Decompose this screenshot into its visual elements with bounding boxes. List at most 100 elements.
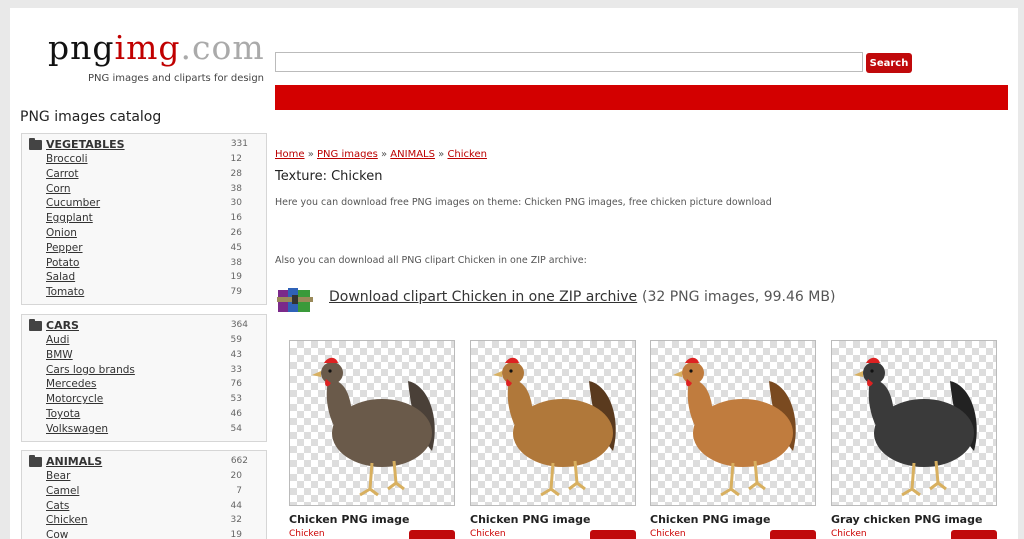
category-item-link[interactable]: Broccoli [46, 153, 88, 165]
category-item-link[interactable]: Corn [46, 183, 71, 195]
category-item-link[interactable]: Audi [46, 334, 69, 346]
category-item-link[interactable]: Cars logo brands [46, 364, 135, 376]
catalog-title: PNG images catalog [20, 109, 162, 125]
list-item: Cats 44 [28, 500, 260, 515]
list-item: Pepper 45 [28, 242, 260, 257]
image-card[interactable]: Chicken PNG image Chicken [470, 340, 636, 539]
category-item-link[interactable]: Eggplant [46, 212, 93, 224]
list-item: Cow 19 [28, 529, 260, 539]
list-item: Cars logo brands 33 [28, 364, 260, 379]
item-count: 44 [230, 500, 242, 511]
item-count: 43 [230, 349, 242, 360]
zip-archive-icon[interactable] [276, 284, 316, 314]
chicken-image [312, 357, 435, 497]
category-link-vegetables[interactable]: VEGETABLES [46, 138, 125, 151]
folder-icon [29, 455, 42, 467]
image-thumbnail[interactable] [650, 340, 816, 506]
list-item: Broccoli 12 [28, 153, 260, 168]
list-item: Salad 19 [28, 271, 260, 286]
breadcrumb-link-chicken[interactable]: Chicken [447, 149, 487, 160]
item-count: 38 [230, 257, 242, 268]
item-count: 26 [230, 227, 242, 238]
image-title[interactable]: Gray chicken PNG image [831, 513, 997, 526]
image-thumbnail[interactable] [831, 340, 997, 506]
category-item-link[interactable]: Motorcycle [46, 393, 103, 405]
download-button[interactable] [770, 530, 816, 539]
list-item: Eggplant 16 [28, 212, 260, 227]
item-count: 30 [230, 198, 242, 209]
category-item-link[interactable]: Toyota [46, 408, 80, 420]
category-item-link[interactable]: Cow [46, 529, 68, 539]
item-count: 79 [230, 287, 242, 298]
category-item-link[interactable]: Pepper [46, 242, 83, 254]
category-header: CARS 364 [28, 318, 260, 334]
item-count: 76 [230, 379, 242, 390]
item-count: 7 [236, 485, 242, 496]
download-button[interactable] [951, 530, 997, 539]
chicken-image [854, 357, 977, 497]
page-title: Texture: Chicken [275, 169, 383, 184]
category-item-link[interactable]: Cats [46, 500, 69, 512]
item-count: 59 [230, 335, 242, 345]
category-item-link[interactable]: Tomato [46, 286, 84, 298]
list-item: Volkswagen 54 [28, 423, 260, 438]
breadcrumb-separator: » [434, 149, 448, 160]
item-count: 46 [230, 408, 242, 419]
site-logo[interactable]: pngimg.com [48, 28, 265, 67]
chicken-image [673, 357, 796, 497]
search-button[interactable]: Search [866, 53, 912, 73]
image-title[interactable]: Chicken PNG image [289, 513, 455, 526]
breadcrumb-link-home[interactable]: Home [275, 149, 305, 160]
image-title[interactable]: Chicken PNG image [470, 513, 636, 526]
breadcrumb-link-png-images[interactable]: PNG images [317, 149, 378, 160]
category-item-link[interactable]: Onion [46, 227, 77, 239]
list-item: Potato 38 [28, 257, 260, 272]
image-card[interactable]: Chicken PNG image Chicken [289, 340, 455, 539]
item-count: 16 [230, 213, 242, 224]
category-item-link[interactable]: Volkswagen [46, 423, 108, 435]
zip-download-link[interactable]: Download clipart Chicken in one ZIP arch… [329, 289, 637, 305]
item-count: 54 [230, 423, 242, 434]
item-count: 19 [230, 530, 242, 539]
category-box-vegetables: VEGETABLES 331 Broccoli 12 Carrot 28 Corn 3… [21, 133, 267, 305]
zip-note: Also you can download all PNG clipart Ch… [275, 255, 587, 266]
download-button[interactable] [409, 530, 455, 539]
breadcrumb: Home » PNG images » ANIMALS » Chicken [275, 149, 487, 160]
category-item-link[interactable]: Chicken [46, 514, 88, 526]
list-item: Carrot 28 [28, 168, 260, 183]
category-link-animals[interactable]: ANIMALS [46, 455, 102, 468]
item-count: 53 [230, 394, 242, 405]
list-item: Bear 20 [28, 470, 260, 485]
image-card[interactable]: Chicken PNG image Chicken [650, 340, 816, 539]
category-item-link[interactable]: Potato [46, 257, 79, 269]
list-item: Camel 7 [28, 485, 260, 500]
page: pngimg.com PNG images and cliparts for d… [10, 8, 1018, 539]
page-description: Here you can download free PNG images on… [275, 197, 772, 208]
list-item: Onion 26 [28, 227, 260, 242]
breadcrumb-link-animals[interactable]: ANIMALS [390, 149, 435, 160]
category-box-animals: ANIMALS 662 Bear 20 Camel 7 Cats 44 Chicken… [21, 450, 267, 539]
category-item-link[interactable]: BMW [46, 349, 73, 361]
category-item-link[interactable]: Carrot [46, 168, 79, 180]
category-item-link[interactable]: Cucumber [46, 197, 100, 209]
image-title[interactable]: Chicken PNG image [650, 513, 816, 526]
category-item-link[interactable]: Camel [46, 485, 79, 497]
logo-part-img: img [114, 28, 181, 67]
list-item: Cucumber 30 [28, 197, 260, 212]
category-link-cars[interactable]: CARS [46, 319, 79, 332]
image-thumbnail[interactable] [470, 340, 636, 506]
logo-part-com: .com [180, 28, 265, 67]
image-thumbnail[interactable] [289, 340, 455, 506]
category-count: 662 [230, 456, 248, 466]
download-button[interactable] [590, 530, 636, 539]
item-count: 20 [230, 471, 242, 481]
category-item-link[interactable]: Bear [46, 470, 70, 482]
image-card[interactable]: Gray chicken PNG image Chicken [831, 340, 997, 539]
breadcrumb-separator: » [377, 149, 391, 160]
search-input[interactable] [275, 52, 863, 72]
folder-icon [29, 138, 42, 150]
category-item-link[interactable]: Salad [46, 271, 75, 283]
list-item: BMW 43 [28, 349, 260, 364]
item-count: 38 [230, 183, 242, 194]
category-item-link[interactable]: Mercedes [46, 378, 96, 390]
